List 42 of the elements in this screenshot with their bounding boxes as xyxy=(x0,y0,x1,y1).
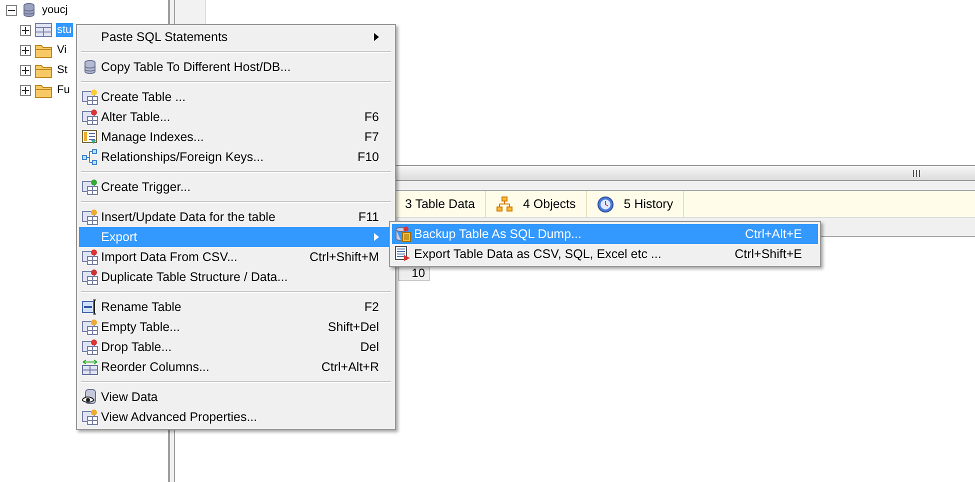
menu-item[interactable]: Import Data From CSV... Ctrl+Shift+M xyxy=(79,247,393,267)
hierarchy-icon xyxy=(496,196,513,212)
tree-item[interactable]: Fu xyxy=(56,83,71,97)
menu-item[interactable]: Manage Indexes... F7 xyxy=(79,127,393,147)
tree-item[interactable]: St xyxy=(56,63,68,77)
menu-item[interactable]: Create Trigger... xyxy=(79,177,393,197)
clock-icon xyxy=(596,196,614,212)
folder-icon xyxy=(35,62,52,78)
database-icon xyxy=(82,59,98,75)
eye-icon xyxy=(82,389,98,405)
expand-icon[interactable] xyxy=(20,44,31,56)
tree-item[interactable]: youcj xyxy=(41,3,69,17)
menu-item[interactable]: Insert/Update Data for the table F11 xyxy=(79,207,393,227)
rename-icon xyxy=(82,299,98,315)
folder-icon xyxy=(35,42,52,58)
tab[interactable]: 5 History xyxy=(586,191,684,217)
menu-item[interactable]: Create Table ... xyxy=(79,87,393,107)
expand-icon[interactable] xyxy=(20,84,31,96)
folder-icon xyxy=(35,82,52,98)
tab[interactable]: 4 Objects xyxy=(486,191,587,217)
reorder-icon xyxy=(82,359,98,375)
menu-item[interactable]: Drop Table... Del xyxy=(79,337,393,357)
expand-icon[interactable] xyxy=(20,24,31,36)
database-icon xyxy=(21,2,37,18)
database-icon xyxy=(395,226,411,242)
menu-item[interactable]: Empty Table... Shift+Del xyxy=(79,317,393,337)
expand-icon[interactable] xyxy=(20,64,31,76)
menu-item[interactable]: Export Table Data as CSV, SQL, Excel etc ... Ctrl+Shift+E xyxy=(392,244,818,264)
diagram-icon xyxy=(82,149,98,165)
menu-item[interactable]: Paste SQL Statements xyxy=(79,27,393,47)
tree-item[interactable]: Vi xyxy=(56,43,68,57)
menu-item[interactable]: Reorder Columns... Ctrl+Alt+R xyxy=(79,357,393,377)
menu-item[interactable]: Alter Table... F6 xyxy=(79,107,393,127)
menu-item[interactable]: Rename Table F2 xyxy=(79,297,393,317)
menu-item[interactable]: View Advanced Properties... xyxy=(79,407,393,427)
collapse-icon[interactable] xyxy=(6,4,17,16)
menu-item[interactable]: Copy Table To Different Host/DB... xyxy=(79,57,393,77)
menu-item[interactable]: Relationships/Foreign Keys... F10 xyxy=(79,147,393,167)
grip-icon[interactable] xyxy=(913,170,920,176)
menu-item[interactable]: View Data xyxy=(79,387,393,407)
list-icon xyxy=(82,129,98,145)
menu-item[interactable]: Duplicate Table Structure / Data... xyxy=(79,267,393,287)
